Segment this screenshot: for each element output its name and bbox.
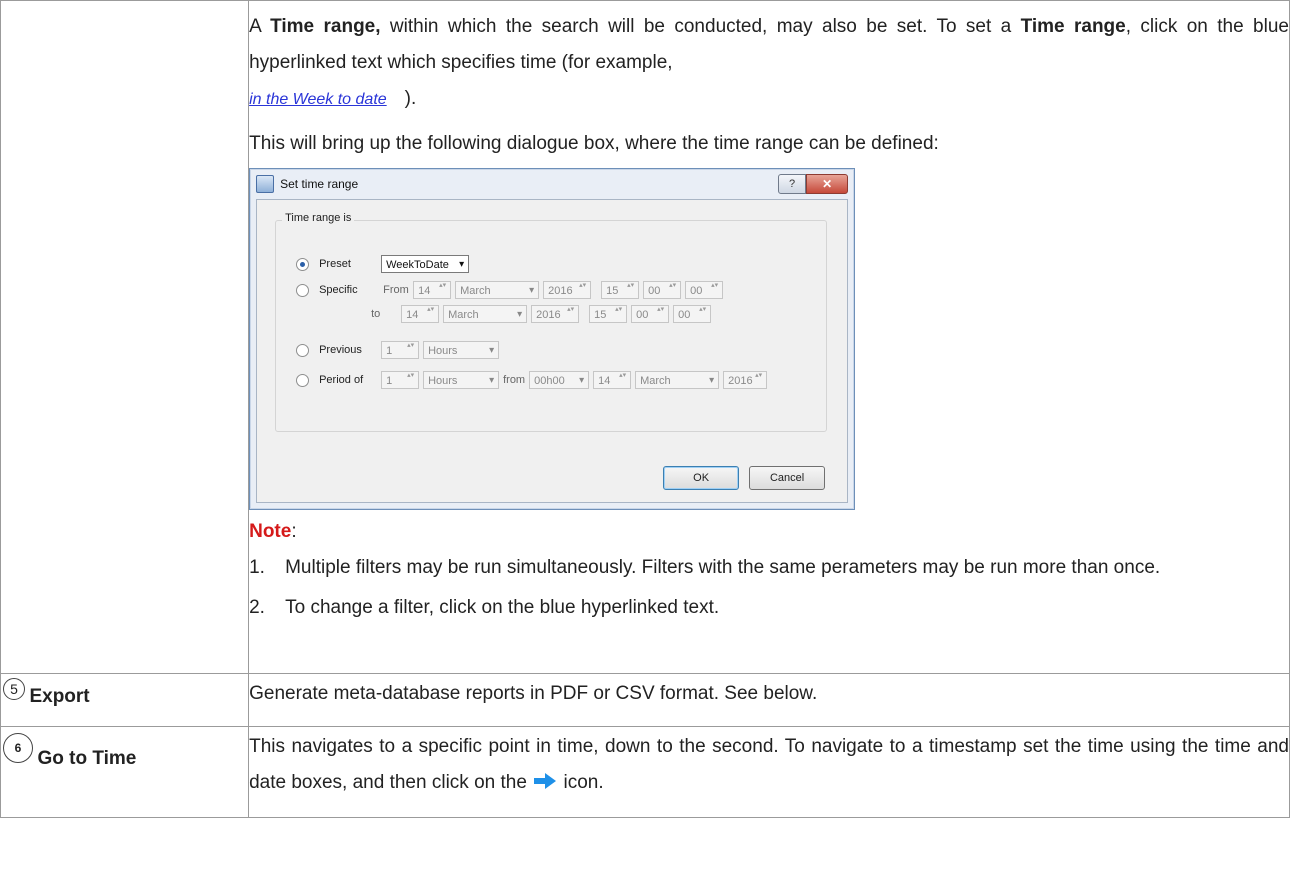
time-range-paragraph: A Time range, within which the search wi… — [249, 16, 1289, 109]
from-month-select[interactable]: March — [455, 281, 540, 300]
go-to-time-row: 6 Go to Time This navigates to a specifi… — [0, 726, 1290, 818]
dialogue-intro: This will bring up the following dialogu… — [249, 133, 939, 154]
notes-list: 1. Multiple filters may be run simultaneo… — [249, 550, 1289, 626]
period-day-spin[interactable]: 14 — [593, 371, 632, 389]
previous-label: Previous — [319, 344, 362, 356]
export-description-cell: Generate meta-database reports in PDF or… — [248, 673, 1290, 727]
period-row: Period of 1 Hours from 00h00 14 March 20… — [296, 371, 771, 390]
step-number-badge: 5 — [3, 678, 25, 700]
go-to-time-description-cell: This navigates to a specific point in ti… — [248, 726, 1290, 818]
previous-radio[interactable] — [296, 343, 310, 357]
period-month-select[interactable]: March — [635, 371, 720, 390]
export-label-cell: 5 Export — [0, 673, 250, 727]
note-heading: Note: — [249, 521, 297, 542]
from-day-spin[interactable]: 14 — [413, 281, 452, 299]
to-day-spin[interactable]: 14 — [401, 305, 440, 323]
period-unit-select[interactable]: Hours — [423, 371, 500, 390]
go-to-time-label-cell: 6 Go to Time — [0, 726, 250, 818]
period-value-spin[interactable]: 1 — [381, 371, 420, 389]
feature-table: A Time range, within which the search wi… — [0, 0, 1290, 818]
go-to-time-description: This navigates to a specific point in ti… — [249, 736, 1289, 793]
to-label: to — [371, 308, 381, 320]
calendar-icon — [256, 175, 275, 193]
from-second-spin[interactable]: 00 — [685, 281, 724, 299]
export-description: Generate meta-database reports in PDF or… — [249, 683, 818, 704]
list-item: 1. Multiple filters may be run simultaneo… — [249, 557, 1161, 578]
time-range-row: A Time range, within which the search wi… — [0, 0, 1290, 674]
previous-row: Previous 1 Hours — [296, 341, 503, 360]
dialog-title: Set time range — [280, 177, 359, 191]
previous-value-spin[interactable]: 1 — [381, 341, 420, 359]
from-year-spin[interactable]: 2016 — [543, 281, 592, 299]
from-minute-spin[interactable]: 00 — [643, 281, 682, 299]
period-year-spin[interactable]: 2016 — [723, 371, 768, 389]
right-arrow-icon[interactable] — [532, 771, 558, 791]
group-label: Time range is — [282, 212, 355, 224]
empty-left-cell — [0, 0, 250, 674]
step-number-badge: 6 — [3, 733, 33, 763]
time-range-cell: A Time range, within which the search wi… — [248, 0, 1290, 674]
to-month-select[interactable]: March — [443, 305, 528, 324]
dialog-body: Time range is Preset WeekToDate Specific… — [256, 199, 849, 503]
preset-radio[interactable] — [296, 257, 310, 271]
document-page: A Time range, within which the search wi… — [0, 0, 1290, 877]
dialog-titlebar: Set time range — [250, 169, 854, 199]
period-start-select[interactable]: 00h00 — [529, 371, 590, 390]
previous-unit-select[interactable]: Hours — [423, 341, 500, 360]
help-button[interactable]: ? — [778, 174, 807, 194]
cancel-button[interactable]: Cancel — [749, 466, 826, 490]
period-radio[interactable] — [296, 373, 310, 387]
period-label: Period of — [319, 374, 364, 386]
export-row: 5 Export Generate meta-database reports … — [0, 673, 1290, 727]
preset-row: Preset WeekToDate — [296, 255, 473, 274]
specific-to-row: to 14 March 2016 15 00 00 — [369, 305, 715, 324]
period-from-label: from — [503, 374, 526, 386]
time-range-group: Time range is Preset WeekToDate Specific… — [275, 212, 828, 432]
from-hour-spin[interactable]: 15 — [601, 281, 640, 299]
to-minute-spin[interactable]: 00 — [631, 305, 670, 323]
list-item: 2. To change a filter, click on the blue … — [249, 597, 720, 618]
preset-select[interactable]: WeekToDate — [381, 255, 470, 274]
to-year-spin[interactable]: 2016 — [531, 305, 580, 323]
go-to-time-label: Go to Time — [37, 748, 137, 769]
preset-label: Preset — [319, 258, 351, 270]
week-to-date-link[interactable]: in the Week to date — [249, 91, 405, 108]
close-button[interactable]: ✕ — [806, 174, 849, 194]
export-label: Export — [29, 686, 90, 707]
from-label: From — [383, 284, 409, 296]
specific-radio[interactable] — [296, 283, 310, 297]
set-time-range-dialog: Set time range ? ✕ Time range is Preset … — [249, 168, 856, 510]
specific-from-row: Specific From 14 March 2016 15 00 00 — [296, 281, 727, 300]
to-hour-spin[interactable]: 15 — [589, 305, 628, 323]
to-second-spin[interactable]: 00 — [673, 305, 712, 323]
specific-label: Specific — [319, 284, 358, 296]
ok-button[interactable]: OK — [663, 466, 740, 490]
